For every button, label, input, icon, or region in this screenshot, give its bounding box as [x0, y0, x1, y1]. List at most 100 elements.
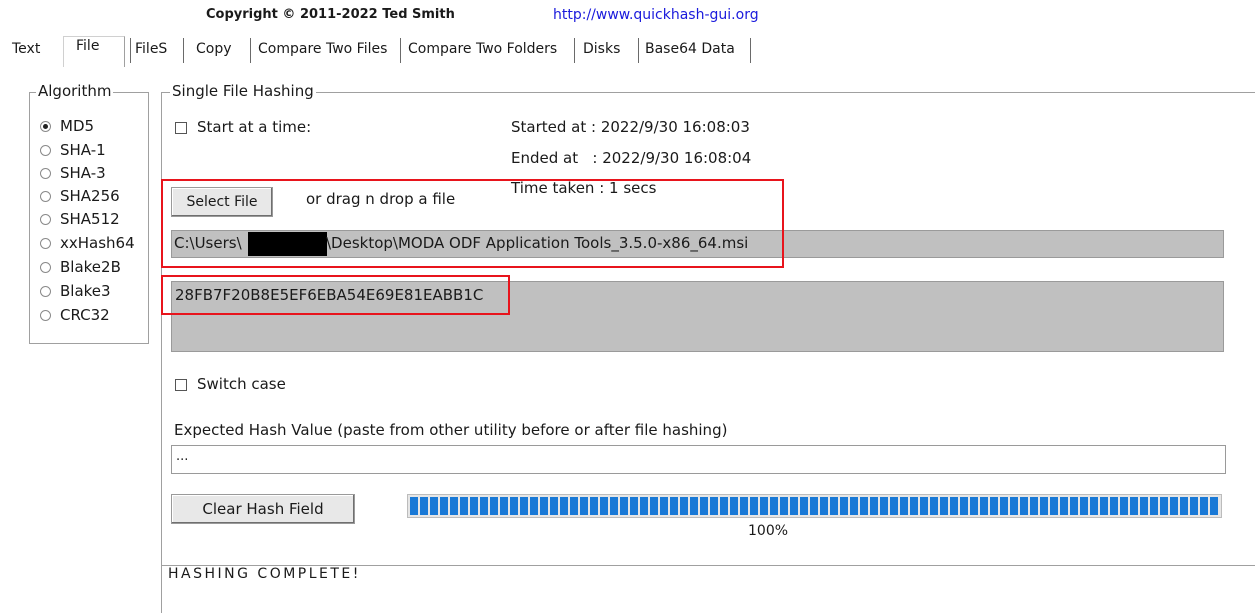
tab-files[interactable]: FileS — [135, 41, 167, 57]
progress-segment — [790, 497, 798, 515]
progress-segment — [1110, 497, 1118, 515]
switch-case-checkbox[interactable] — [175, 379, 187, 391]
progress-segment — [1190, 497, 1198, 515]
progress-segment — [1100, 497, 1108, 515]
progress-segment — [520, 497, 528, 515]
radio-label: xxHash64 — [60, 234, 135, 252]
progress-segment — [690, 497, 698, 515]
progress-segment — [410, 497, 418, 515]
progress-segment — [1090, 497, 1098, 515]
radio-blake3[interactable]: Blake3 — [40, 280, 111, 302]
radio-icon[interactable] — [40, 213, 51, 225]
radio-sha1[interactable]: SHA-1 — [40, 139, 106, 161]
progress-segment — [540, 497, 548, 515]
progress-segment — [430, 497, 438, 515]
radio-label: Blake3 — [60, 282, 111, 300]
radio-sha256[interactable]: SHA256 — [40, 185, 120, 207]
start-at-time-label: Start at a time: — [197, 118, 312, 136]
progress-segment — [490, 497, 498, 515]
radio-md5[interactable]: MD5 — [40, 115, 94, 137]
radio-icon[interactable] — [40, 261, 51, 273]
radio-selected-icon[interactable] — [40, 120, 51, 132]
progress-segment — [620, 497, 628, 515]
progress-segment — [1150, 497, 1158, 515]
tab-divider — [574, 38, 575, 63]
progress-segment — [1140, 497, 1148, 515]
progress-segment — [470, 497, 478, 515]
radio-icon[interactable] — [40, 167, 51, 179]
progress-segment — [960, 497, 968, 515]
tab-divider — [400, 38, 401, 63]
tab-compare-two-files[interactable]: Compare Two Files — [258, 41, 387, 57]
progress-segment — [560, 497, 568, 515]
radio-crc32[interactable]: CRC32 — [40, 304, 110, 326]
progress-segment — [1130, 497, 1138, 515]
progress-segment — [750, 497, 758, 515]
progress-segment — [1080, 497, 1088, 515]
ended-at-text: Ended at : 2022/9/30 16:08:04 — [511, 149, 752, 167]
progress-segment — [860, 497, 868, 515]
algorithm-legend: Algorithm — [36, 82, 114, 100]
radio-label: Blake2B — [60, 258, 121, 276]
progress-segment — [1160, 497, 1168, 515]
radio-icon[interactable] — [40, 309, 51, 321]
progress-segment — [600, 497, 608, 515]
radio-label: SHA-3 — [60, 164, 106, 182]
tab-file[interactable]: File — [76, 38, 99, 54]
progress-segment — [990, 497, 998, 515]
radio-sha512[interactable]: SHA512 — [40, 208, 120, 230]
progress-segment — [800, 497, 808, 515]
radio-icon[interactable] — [40, 285, 51, 297]
progress-segment — [1120, 497, 1128, 515]
progress-segment — [1060, 497, 1068, 515]
progress-segment — [870, 497, 878, 515]
radio-icon[interactable] — [40, 144, 51, 156]
progress-segment — [580, 497, 588, 515]
progress-segment — [420, 497, 428, 515]
tab-text[interactable]: Text — [12, 41, 40, 57]
tab-copy[interactable]: Copy — [196, 41, 232, 57]
progress-segment — [650, 497, 658, 515]
progress-segment — [1010, 497, 1018, 515]
expected-hash-input[interactable] — [171, 445, 1226, 474]
progress-segment — [450, 497, 458, 515]
progress-segment — [940, 497, 948, 515]
radio-sha3[interactable]: SHA-3 — [40, 162, 106, 184]
clear-hash-field-button[interactable]: Clear Hash Field — [171, 494, 355, 524]
radio-blake2b[interactable]: Blake2B — [40, 256, 121, 278]
progress-segment — [700, 497, 708, 515]
radio-label: MD5 — [60, 117, 95, 135]
start-at-time-checkbox[interactable] — [175, 122, 187, 134]
progress-segment — [1070, 497, 1078, 515]
radio-label: CRC32 — [60, 306, 110, 324]
progress-segment — [760, 497, 768, 515]
progress-segment — [1170, 497, 1178, 515]
status-text: HASHING COMPLETE! — [168, 566, 361, 582]
progress-segment — [640, 497, 648, 515]
progress-segment — [670, 497, 678, 515]
expected-hash-value: ... — [176, 449, 189, 464]
radio-label: SHA512 — [60, 210, 120, 228]
tab-compare-two-folders[interactable]: Compare Two Folders — [408, 41, 557, 57]
website-link[interactable]: http://www.quickhash-gui.org — [553, 7, 759, 23]
tab-divider — [638, 38, 639, 63]
progress-segment — [710, 497, 718, 515]
tab-disks[interactable]: Disks — [583, 41, 620, 57]
progress-segment — [810, 497, 818, 515]
radio-icon[interactable] — [40, 190, 51, 202]
progress-segment — [1030, 497, 1038, 515]
radio-icon[interactable] — [40, 237, 51, 249]
progress-segment — [530, 497, 538, 515]
progress-segment — [910, 497, 918, 515]
progress-percent-text: 100% — [748, 523, 789, 539]
progress-segment — [500, 497, 508, 515]
progress-segment — [550, 497, 558, 515]
tab-base64-data[interactable]: Base64 Data — [645, 41, 735, 57]
progress-segment — [1020, 497, 1028, 515]
radio-xxhash64[interactable]: xxHash64 — [40, 232, 135, 254]
progress-segment — [830, 497, 838, 515]
tab-divider — [750, 38, 751, 63]
progress-segment — [720, 497, 728, 515]
progress-segment — [850, 497, 858, 515]
progress-segment — [440, 497, 448, 515]
